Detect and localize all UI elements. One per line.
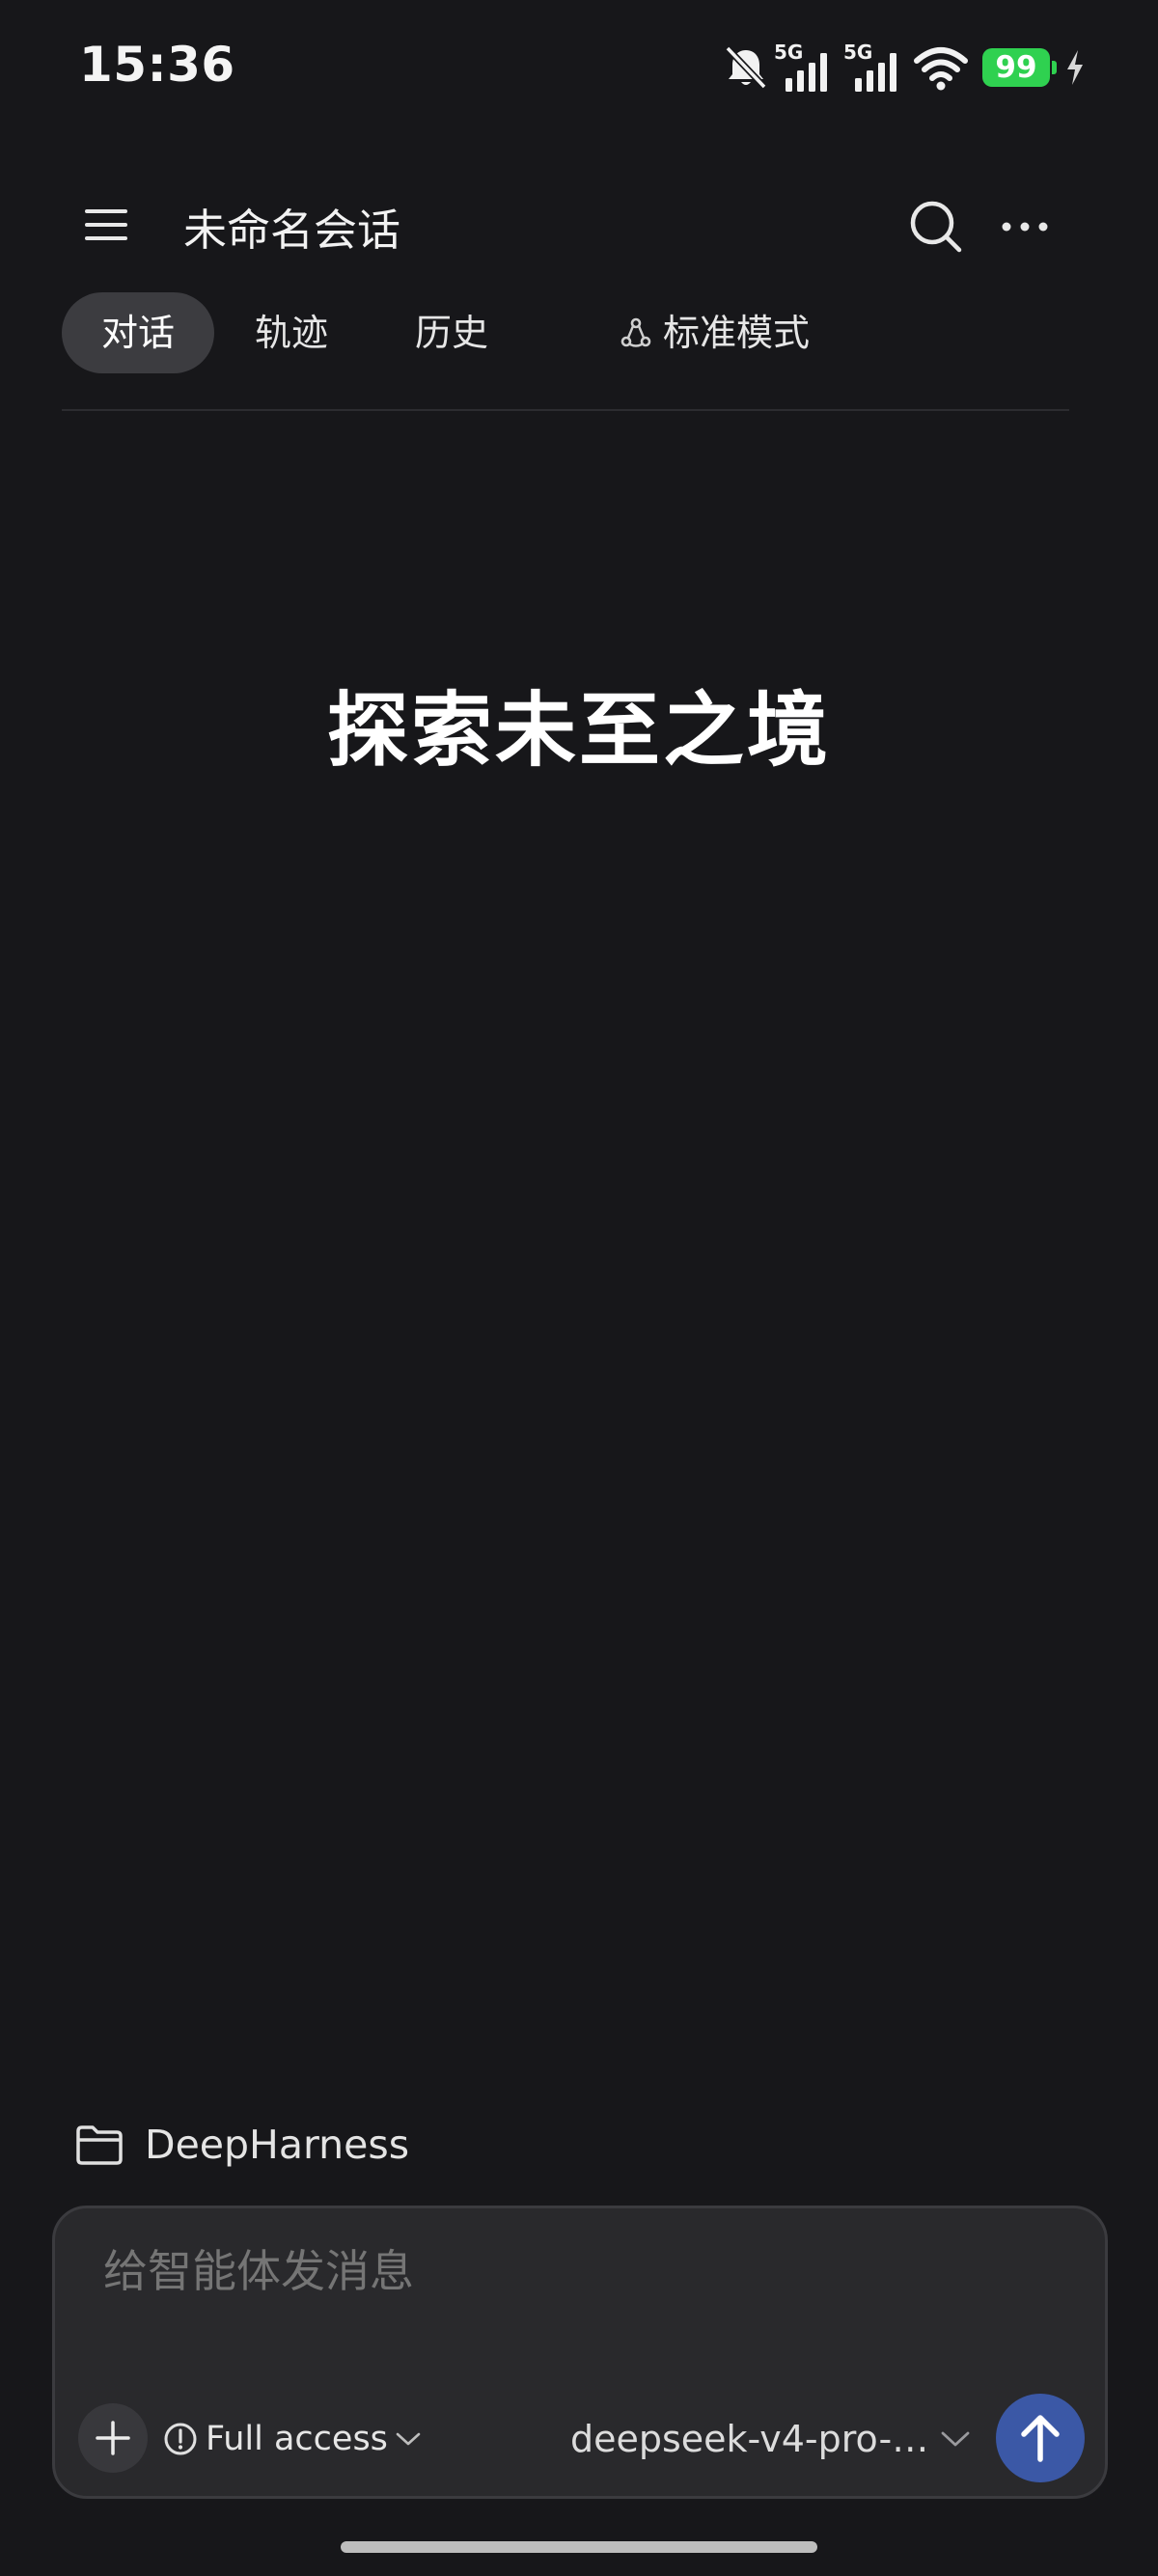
send-button[interactable] bbox=[996, 2394, 1085, 2482]
app-screen: 15:36 5G 5G 99 未命名会话 对话 轨迹 历史 标准模式 探索未至之… bbox=[0, 0, 1158, 2576]
tab-history[interactable]: 历史 bbox=[394, 292, 510, 373]
app-bar: 未命名会话 bbox=[0, 169, 1158, 275]
message-input[interactable] bbox=[103, 2245, 1030, 2297]
tab-divider bbox=[62, 409, 1069, 411]
workspace-label: DeepHarness bbox=[145, 2122, 410, 2168]
chevron-down-icon bbox=[396, 2432, 421, 2446]
tab-label: 历史 bbox=[414, 312, 488, 354]
search-icon bbox=[910, 201, 962, 253]
access-level-label: Full access bbox=[206, 2420, 388, 2458]
tab-label: 标准模式 bbox=[662, 312, 810, 354]
signal-icon: 5G bbox=[772, 41, 841, 94]
workspace-selector[interactable]: DeepHarness bbox=[75, 2118, 409, 2172]
tab-chat[interactable]: 对话 bbox=[62, 292, 214, 373]
access-level-dropdown[interactable]: Full access bbox=[163, 2415, 421, 2463]
tab-standard-mode[interactable]: 标准模式 bbox=[589, 292, 840, 373]
tab-label: 轨迹 bbox=[254, 312, 328, 354]
mode-icon bbox=[620, 317, 651, 347]
bell-muted-icon bbox=[720, 44, 772, 91]
chevron-down-icon bbox=[941, 2431, 970, 2447]
charging-icon bbox=[1063, 48, 1087, 87]
status-bar: 15:36 5G 5G 99 bbox=[0, 0, 1158, 135]
menu-icon bbox=[85, 209, 127, 240]
message-composer: Full access deepseek-v4-pro-… bbox=[52, 2206, 1108, 2499]
menu-button[interactable] bbox=[75, 198, 137, 252]
network-type-label: 5G bbox=[843, 41, 872, 64]
battery-icon: 99 bbox=[982, 48, 1057, 87]
home-indicator[interactable] bbox=[341, 2541, 817, 2553]
more-options-button[interactable] bbox=[994, 196, 1056, 258]
arrow-up-icon bbox=[1021, 2415, 1060, 2462]
more-icon bbox=[1002, 222, 1048, 232]
plus-icon bbox=[96, 2421, 130, 2455]
status-time: 15:36 bbox=[79, 37, 235, 93]
folder-icon bbox=[76, 2125, 123, 2165]
tab-trajectory[interactable]: 轨迹 bbox=[234, 292, 349, 373]
model-label: deepseek-v4-pro-… bbox=[570, 2418, 929, 2460]
welcome-heading: 探索未至之境 bbox=[326, 683, 831, 778]
tab-bar: 对话 轨迹 历史 标准模式 bbox=[62, 292, 1065, 373]
battery-level: 99 bbox=[995, 50, 1037, 85]
tab-label: 对话 bbox=[100, 312, 175, 354]
status-icons: 5G 5G 99 bbox=[720, 41, 1087, 95]
page-title: 未命名会话 bbox=[183, 205, 401, 256]
network-type-label: 5G bbox=[774, 41, 803, 64]
info-icon bbox=[164, 2423, 197, 2455]
model-selector-dropdown[interactable]: deepseek-v4-pro-… bbox=[570, 2415, 971, 2463]
wifi-icon bbox=[911, 41, 971, 94]
add-attachment-button[interactable] bbox=[78, 2403, 148, 2473]
signal-icon: 5G bbox=[841, 41, 911, 94]
search-button[interactable] bbox=[905, 196, 967, 258]
